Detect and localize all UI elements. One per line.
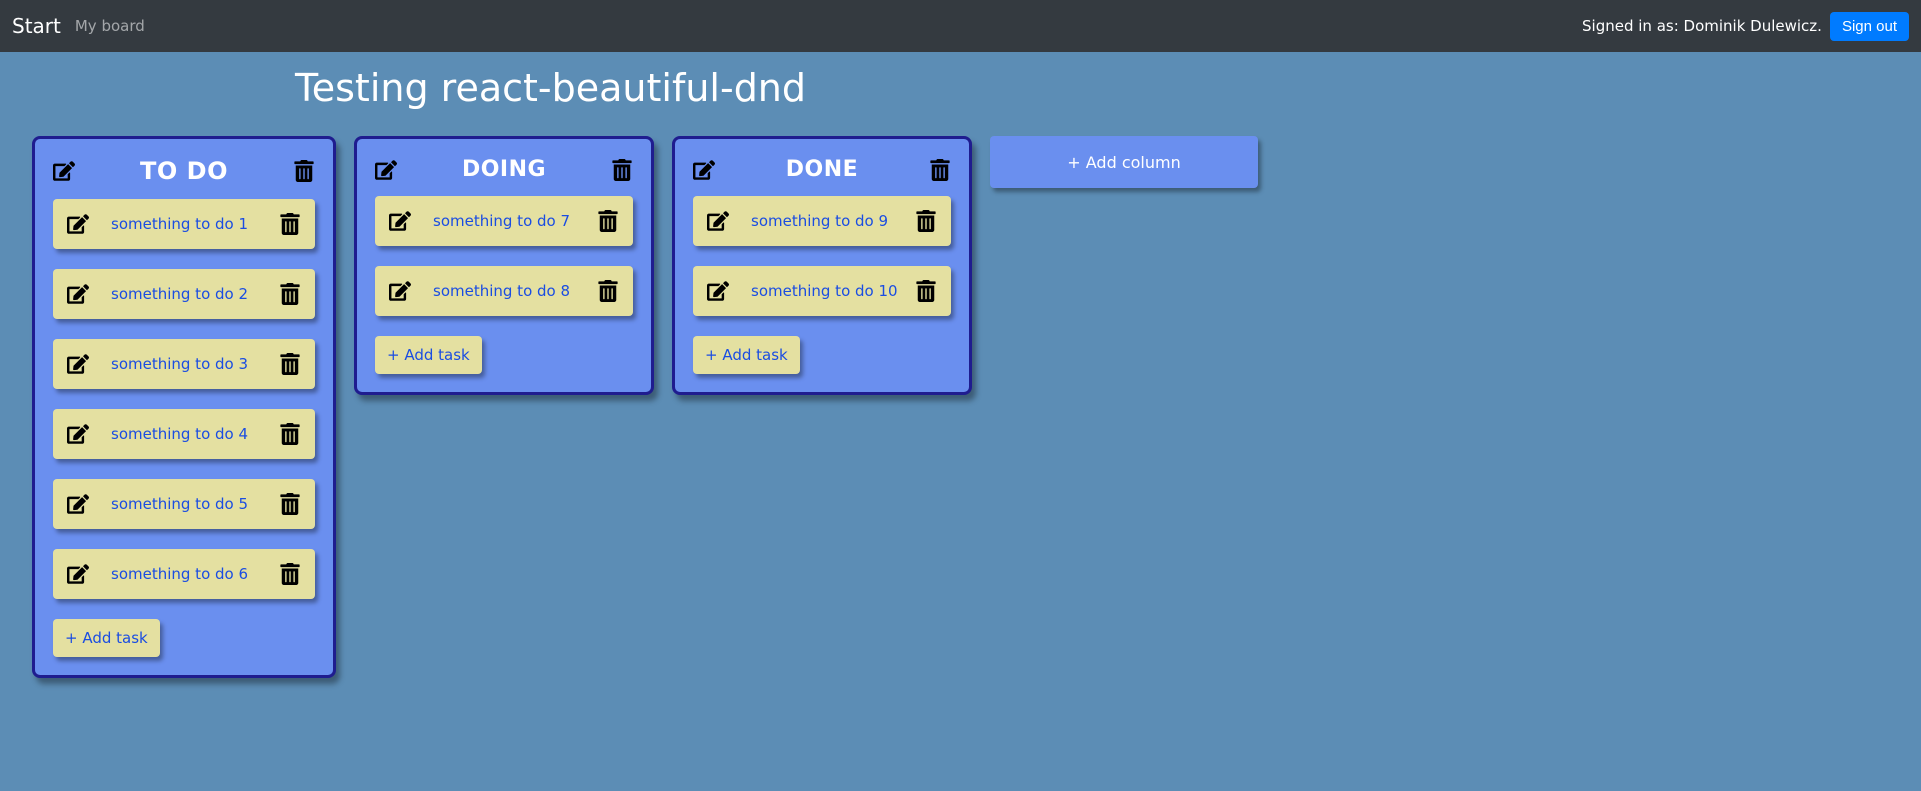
column-doing[interactable]: DOING something to do 7 something to do … xyxy=(354,136,654,395)
task-text: something to do 8 xyxy=(411,282,597,300)
task-text: something to do 9 xyxy=(729,212,915,230)
edit-task-icon[interactable] xyxy=(67,213,89,235)
edit-task-icon[interactable] xyxy=(67,493,89,515)
delete-task-icon[interactable] xyxy=(597,210,619,232)
edit-column-icon[interactable] xyxy=(53,160,75,182)
edit-task-icon[interactable] xyxy=(67,423,89,445)
edit-task-icon[interactable] xyxy=(707,210,729,232)
nav-my-board-link[interactable]: My board xyxy=(75,17,145,35)
edit-task-icon[interactable] xyxy=(67,283,89,305)
board: TO DO something to do 1 something to do … xyxy=(0,118,1921,678)
column-done[interactable]: DONE something to do 9 something to do 1… xyxy=(672,136,972,395)
add-task-button[interactable]: + Add task xyxy=(53,619,160,657)
delete-task-icon[interactable] xyxy=(279,423,301,445)
edit-column-icon[interactable] xyxy=(375,159,397,181)
edit-task-icon[interactable] xyxy=(389,280,411,302)
delete-task-icon[interactable] xyxy=(279,563,301,585)
task-text: something to do 6 xyxy=(89,565,279,583)
edit-task-icon[interactable] xyxy=(389,210,411,232)
task-card[interactable]: something to do 4 xyxy=(53,409,315,459)
delete-task-icon[interactable] xyxy=(279,283,301,305)
sign-out-button[interactable]: Sign out xyxy=(1830,12,1909,41)
task-card[interactable]: something to do 6 xyxy=(53,549,315,599)
task-card[interactable]: something to do 2 xyxy=(53,269,315,319)
edit-task-icon[interactable] xyxy=(707,280,729,302)
edit-task-icon[interactable] xyxy=(67,353,89,375)
add-column-button[interactable]: + Add column xyxy=(990,136,1258,188)
delete-task-icon[interactable] xyxy=(915,280,937,302)
task-card[interactable]: something to do 9 xyxy=(693,196,951,246)
task-text: something to do 3 xyxy=(89,355,279,373)
edit-task-icon[interactable] xyxy=(67,563,89,585)
delete-task-icon[interactable] xyxy=(279,493,301,515)
nav-brand[interactable]: Start xyxy=(12,14,61,38)
signed-in-text: Signed in as: Dominik Dulewicz. xyxy=(1582,17,1822,35)
delete-column-icon[interactable] xyxy=(293,160,315,182)
task-card[interactable]: something to do 10 xyxy=(693,266,951,316)
column-todo[interactable]: TO DO something to do 1 something to do … xyxy=(32,136,336,678)
task-text: something to do 7 xyxy=(411,212,597,230)
delete-task-icon[interactable] xyxy=(915,210,937,232)
column-title: DOING xyxy=(397,157,611,182)
task-text: something to do 1 xyxy=(89,215,279,233)
task-text: something to do 5 xyxy=(89,495,279,513)
task-text: something to do 4 xyxy=(89,425,279,443)
task-card[interactable]: something to do 3 xyxy=(53,339,315,389)
task-text: something to do 2 xyxy=(89,285,279,303)
add-task-button[interactable]: + Add task xyxy=(375,336,482,374)
add-task-button[interactable]: + Add task xyxy=(693,336,800,374)
task-card[interactable]: something to do 5 xyxy=(53,479,315,529)
delete-task-icon[interactable] xyxy=(279,353,301,375)
task-card[interactable]: something to do 8 xyxy=(375,266,633,316)
delete-column-icon[interactable] xyxy=(929,159,951,181)
navbar: Start My board Signed in as: Dominik Dul… xyxy=(0,0,1921,52)
task-text: something to do 10 xyxy=(729,282,915,300)
page-title: Testing react-beautiful-dnd xyxy=(295,52,1921,118)
column-title: DONE xyxy=(715,157,929,182)
task-card[interactable]: something to do 7 xyxy=(375,196,633,246)
edit-column-icon[interactable] xyxy=(693,159,715,181)
delete-column-icon[interactable] xyxy=(611,159,633,181)
column-title: TO DO xyxy=(75,157,293,185)
delete-task-icon[interactable] xyxy=(597,280,619,302)
delete-task-icon[interactable] xyxy=(279,213,301,235)
task-card[interactable]: something to do 1 xyxy=(53,199,315,249)
